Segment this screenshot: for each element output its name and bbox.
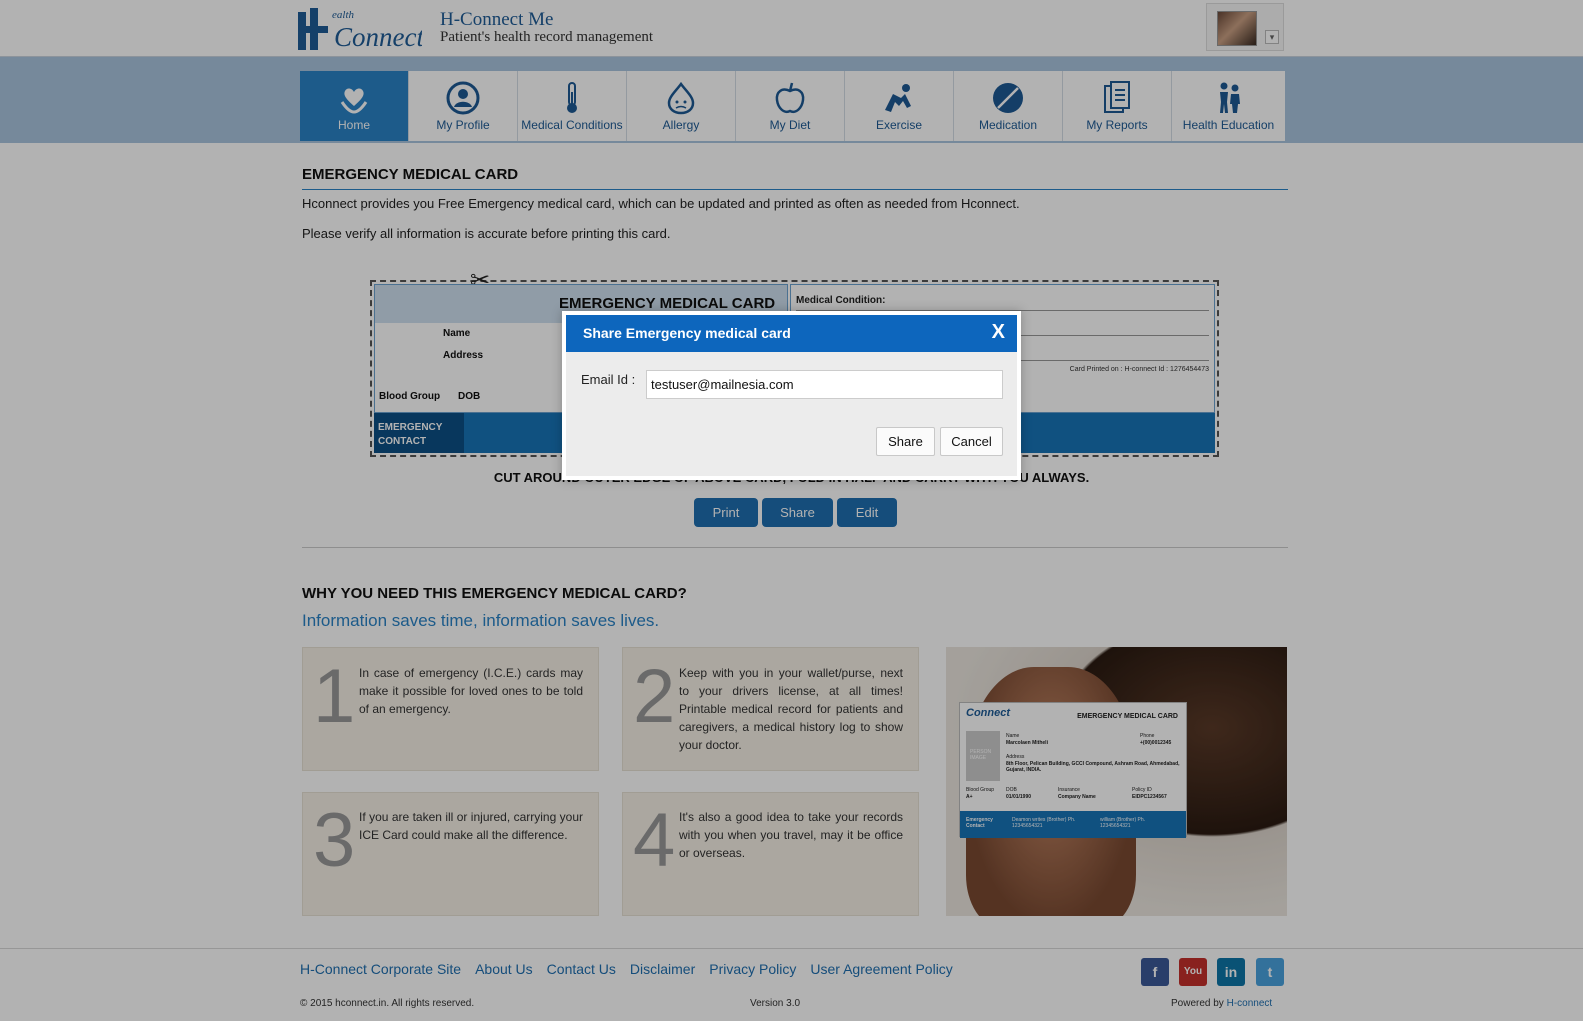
close-icon[interactable]: X (992, 321, 1005, 344)
dialog-cancel-button[interactable]: Cancel (940, 427, 1003, 456)
email-label: Email Id : (581, 372, 636, 387)
email-field[interactable] (646, 370, 1003, 399)
dialog-title: Share Emergency medical card (583, 325, 791, 341)
dialog-header: Share Emergency medical card X (566, 315, 1017, 352)
dialog-share-button[interactable]: Share (876, 427, 935, 456)
share-dialog: Share Emergency medical card X Email Id … (562, 311, 1021, 480)
modal-overlay[interactable] (0, 0, 1583, 1021)
